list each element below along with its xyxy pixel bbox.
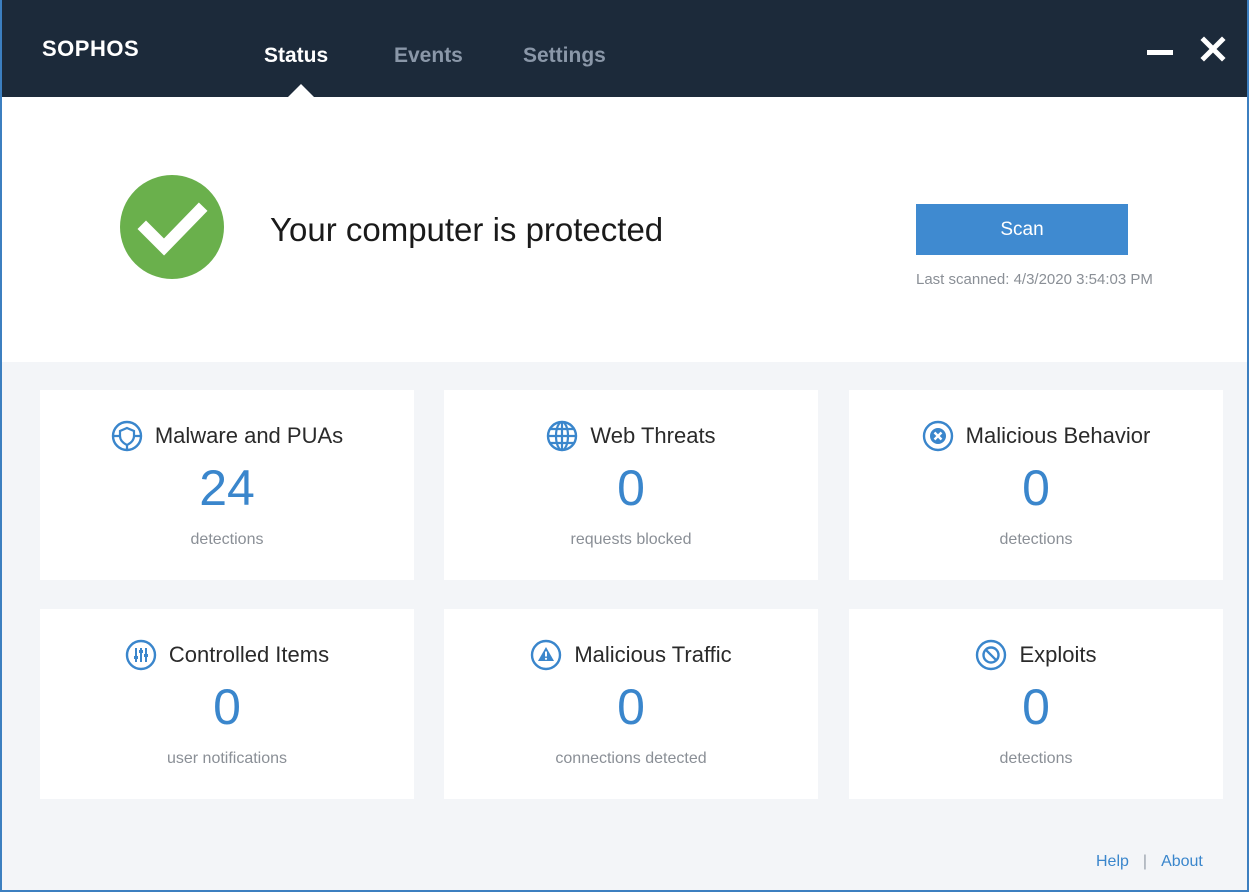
protection-status-text: Your computer is protected [270,211,664,248]
card-malware-and-puas[interactable]: Malware and PUAs 24 detections [40,390,414,580]
card-web-threats[interactable]: Web Threats 0 requests blocked [444,390,818,580]
close-button[interactable] [1195,30,1231,66]
active-tab-indicator [288,84,314,97]
shield-icon [111,420,143,452]
sophos-logo: SOPHOS [42,36,140,61]
card-title: Malicious Behavior [965,423,1151,448]
prohibited-icon [976,639,1007,671]
card-malicious-behavior[interactable]: Malicious Behavior 0 detections [849,390,1223,580]
card-value: 24 [199,460,255,516]
card-subtitle: detections [999,531,1073,548]
card-value: 0 [1022,460,1050,516]
card-subtitle: detections [999,750,1073,767]
card-value: 0 [213,679,241,735]
footer-links: Help | About [1096,853,1203,871]
minimize-icon [1147,50,1173,55]
close-icon [1200,36,1226,62]
footer-separator: | [1142,853,1148,870]
sliders-icon [125,639,157,671]
tab-status[interactable]: Status [264,44,328,68]
card-subtitle: user notifications [166,750,288,767]
minimize-button[interactable] [1142,30,1178,66]
card-value: 0 [617,460,645,516]
card-title: Controlled Items [168,642,330,667]
warning-icon [531,639,562,671]
card-subtitle: detections [190,531,264,548]
card-title: Malware and PUAs [154,423,344,448]
card-title: Malicious Traffic [574,642,732,667]
tab-settings[interactable]: Settings [523,44,606,68]
card-subtitle: requests blocked [570,531,692,548]
card-value: 0 [1022,679,1050,735]
scan-button[interactable]: Scan [916,204,1128,255]
sophos-window: SOPHOS Status Events Settings Your compu… [0,0,1249,892]
checkmark-icon [120,175,224,279]
card-controlled-items[interactable]: Controlled Items 0 user notifications [40,609,414,799]
card-exploits[interactable]: Exploits 0 detections [849,609,1223,799]
title-bar: SOPHOS Status Events Settings [2,0,1247,97]
x-circle-icon [922,420,953,452]
card-malicious-traffic[interactable]: Malicious Traffic 0 connections detected [444,609,818,799]
protection-status-panel: Your computer is protected Scan Last sca… [2,97,1247,362]
card-title: Web Threats [590,423,716,448]
card-title: Exploits [1019,642,1097,667]
tab-events[interactable]: Events [394,44,463,68]
card-subtitle: connections detected [555,750,707,767]
globe-icon [547,420,578,452]
last-scanned-text: Last scanned: 4/3/2020 3:54:03 PM [916,271,1153,288]
help-link[interactable]: Help [1096,853,1129,870]
about-link[interactable]: About [1161,853,1203,870]
card-value: 0 [617,679,645,735]
